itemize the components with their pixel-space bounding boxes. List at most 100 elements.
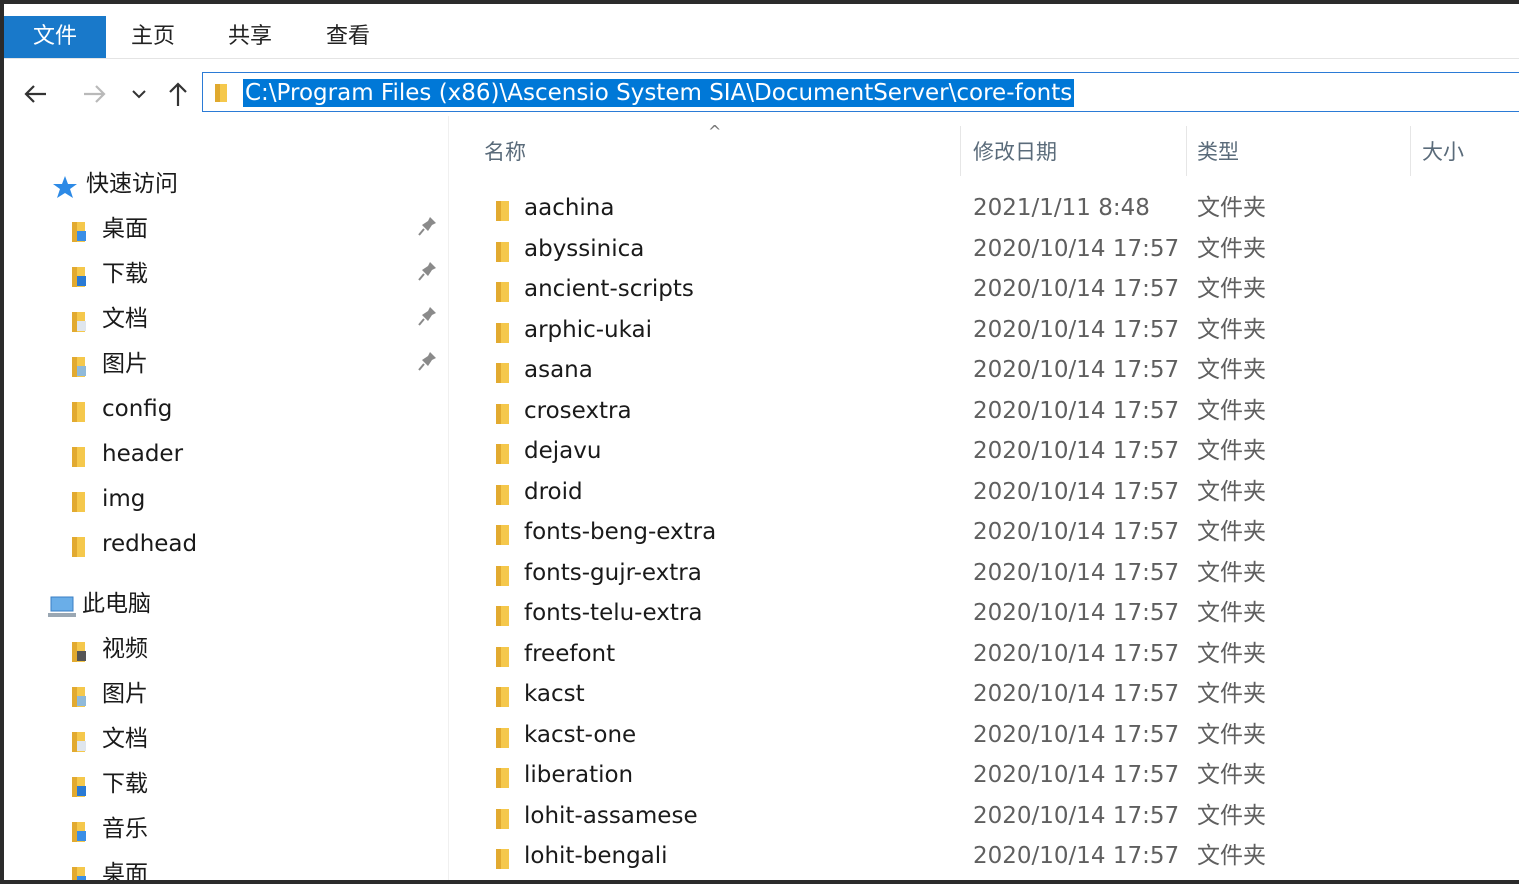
file-modified-date: 2020/10/14 17:57 xyxy=(973,235,1180,262)
nav-item[interactable]: 下载 xyxy=(68,764,444,804)
file-row[interactable]: fonts-telu-extra 2020/10/14 17:57 文件夹 xyxy=(484,593,1514,633)
file-name: arphic-ukai xyxy=(524,316,653,343)
nav-item[interactable]: 桌面 xyxy=(68,854,444,880)
ribbon: 文件 主页 共享 查看 xyxy=(4,4,1519,59)
nav-item[interactable]: img xyxy=(68,479,444,519)
nav-item[interactable]: header xyxy=(68,434,444,474)
file-type: 文件夹 xyxy=(1197,559,1266,586)
file-row[interactable]: dejavu 2020/10/14 17:57 文件夹 xyxy=(484,431,1514,471)
column-divider[interactable] xyxy=(1410,126,1411,176)
file-row[interactable]: liberation 2020/10/14 17:57 文件夹 xyxy=(484,755,1514,795)
tab-file[interactable]: 文件 xyxy=(4,16,106,58)
file-row[interactable]: asana 2020/10/14 17:57 文件夹 xyxy=(484,350,1514,390)
file-row[interactable]: fonts-beng-extra 2020/10/14 17:57 文件夹 xyxy=(484,512,1514,552)
nav-item[interactable]: 文档 xyxy=(68,719,444,759)
pin-icon[interactable] xyxy=(418,260,438,287)
file-row[interactable]: ancient-scripts 2020/10/14 17:57 文件夹 xyxy=(484,269,1514,309)
folder-icon xyxy=(496,646,509,667)
file-type: 文件夹 xyxy=(1197,600,1266,626)
nav-item[interactable]: 文档 xyxy=(68,299,444,339)
file-row[interactable]: kacst 2020/10/14 17:57 文件夹 xyxy=(484,674,1514,714)
file-modified-date: 2020/10/14 17:57 xyxy=(973,316,1180,343)
file-name: lohit-assamese xyxy=(524,802,698,829)
folder-icon xyxy=(496,403,509,424)
file-modified-date: 2020/10/14 17:57 xyxy=(973,721,1180,748)
nav-this-pc[interactable]: 此电脑 xyxy=(48,584,444,624)
file-row[interactable]: freefont 2020/10/14 17:57 文件夹 xyxy=(484,634,1514,674)
nav-item-label: 桌面 xyxy=(102,216,148,242)
file-type: 文件夹 xyxy=(1197,681,1266,707)
tab-share[interactable]: 共享 xyxy=(228,16,272,58)
download-folder-icon xyxy=(72,267,86,287)
file-modified-date: 2020/10/14 17:57 xyxy=(973,640,1180,667)
file-name: abyssinica xyxy=(524,235,645,262)
file-row[interactable]: arphic-ukai 2020/10/14 17:57 文件夹 xyxy=(484,310,1514,350)
desktop-folder-icon xyxy=(72,222,86,242)
file-row[interactable]: droid 2020/10/14 17:57 文件夹 xyxy=(484,472,1514,512)
file-row[interactable]: lohit-assamese 2020/10/14 17:57 文件夹 xyxy=(484,796,1514,836)
file-modified-date: 2020/10/14 17:57 xyxy=(973,438,1180,464)
nav-item[interactable]: 图片 xyxy=(68,344,444,384)
nav-item[interactable]: 图片 xyxy=(68,674,444,714)
file-type: 文件夹 xyxy=(1197,478,1266,505)
pane-divider[interactable] xyxy=(448,116,449,880)
file-row[interactable]: crosextra 2020/10/14 17:57 文件夹 xyxy=(484,391,1514,431)
file-name: ancient-scripts xyxy=(524,276,694,302)
documents-folder-icon-wrap xyxy=(68,727,92,767)
column-modified[interactable]: 修改日期 xyxy=(973,132,1057,172)
folder-icon-wrap xyxy=(68,442,92,482)
file-row[interactable]: fonts-gujr-extra 2020/10/14 17:57 文件夹 xyxy=(484,553,1514,593)
column-name[interactable]: 名称 xyxy=(484,132,526,172)
file-name: fonts-beng-extra xyxy=(524,519,717,545)
folder-icon xyxy=(496,687,509,707)
address-path[interactable]: C:\Program Files (x86)\Ascensio System S… xyxy=(243,79,1075,107)
folder-icon xyxy=(496,768,509,788)
this-pc-icon-wrap xyxy=(48,592,78,632)
nav-item-label: 音乐 xyxy=(102,816,148,842)
pictures-folder-icon-wrap xyxy=(68,352,92,392)
column-size[interactable]: 大小 xyxy=(1422,132,1464,172)
folder-icon xyxy=(72,447,85,467)
file-explorer-window: 文件 主页 共享 查看 C:\Program Files (x86)\Ascen… xyxy=(4,4,1519,880)
tab-view[interactable]: 查看 xyxy=(326,16,370,58)
file-row[interactable]: lohit-bengali 2020/10/14 17:57 文件夹 xyxy=(484,836,1514,876)
address-bar[interactable]: C:\Program Files (x86)\Ascensio System S… xyxy=(202,72,1519,112)
nav-quick-access[interactable]: 快速访问 xyxy=(52,164,444,204)
nav-item[interactable]: 音乐 xyxy=(68,809,444,849)
file-modified-date: 2020/10/14 17:57 xyxy=(973,762,1180,788)
pin-icon[interactable] xyxy=(418,350,438,377)
folder-icon xyxy=(496,565,509,586)
tab-home[interactable]: 主页 xyxy=(131,16,175,58)
videos-folder-icon xyxy=(72,642,86,662)
file-type: 文件夹 xyxy=(1197,802,1266,829)
nav-item-label: 快速访问 xyxy=(86,171,178,197)
documents-folder-icon-wrap xyxy=(68,307,92,347)
file-name: asana xyxy=(524,357,593,383)
column-divider[interactable] xyxy=(960,126,961,176)
folder-icon xyxy=(492,844,516,880)
folder-icon xyxy=(496,241,509,262)
column-divider[interactable] xyxy=(1186,126,1187,176)
nav-item-label: 图片 xyxy=(102,351,148,377)
folder-icon-wrap xyxy=(68,532,92,572)
nav-item-label: 桌面 xyxy=(102,861,148,880)
file-row[interactable]: kacst-one 2020/10/14 17:57 文件夹 xyxy=(484,715,1514,755)
pin-icon[interactable] xyxy=(418,305,438,332)
star-icon xyxy=(53,176,77,198)
nav-item[interactable]: config xyxy=(68,389,444,429)
file-modified-date: 2020/10/14 17:57 xyxy=(973,478,1180,505)
nav-item[interactable]: redhead xyxy=(68,524,444,564)
file-name: fonts-telu-extra xyxy=(524,600,703,626)
download-folder-icon-wrap xyxy=(68,772,92,812)
music-folder-icon-wrap xyxy=(68,817,92,857)
file-modified-date: 2020/10/14 17:57 xyxy=(973,559,1180,586)
nav-item[interactable]: 桌面 xyxy=(68,209,444,249)
file-row[interactable]: abyssinica 2020/10/14 17:57 文件夹 xyxy=(484,229,1514,269)
pictures-folder-icon xyxy=(72,687,86,707)
nav-item[interactable]: 下载 xyxy=(68,254,444,294)
nav-item[interactable]: 视频 xyxy=(68,629,444,669)
pin-icon[interactable] xyxy=(418,215,438,242)
column-type[interactable]: 类型 xyxy=(1197,132,1239,172)
file-row[interactable]: aachina 2021/1/11 8:48 文件夹 xyxy=(484,188,1514,228)
folder-icon xyxy=(496,808,509,829)
